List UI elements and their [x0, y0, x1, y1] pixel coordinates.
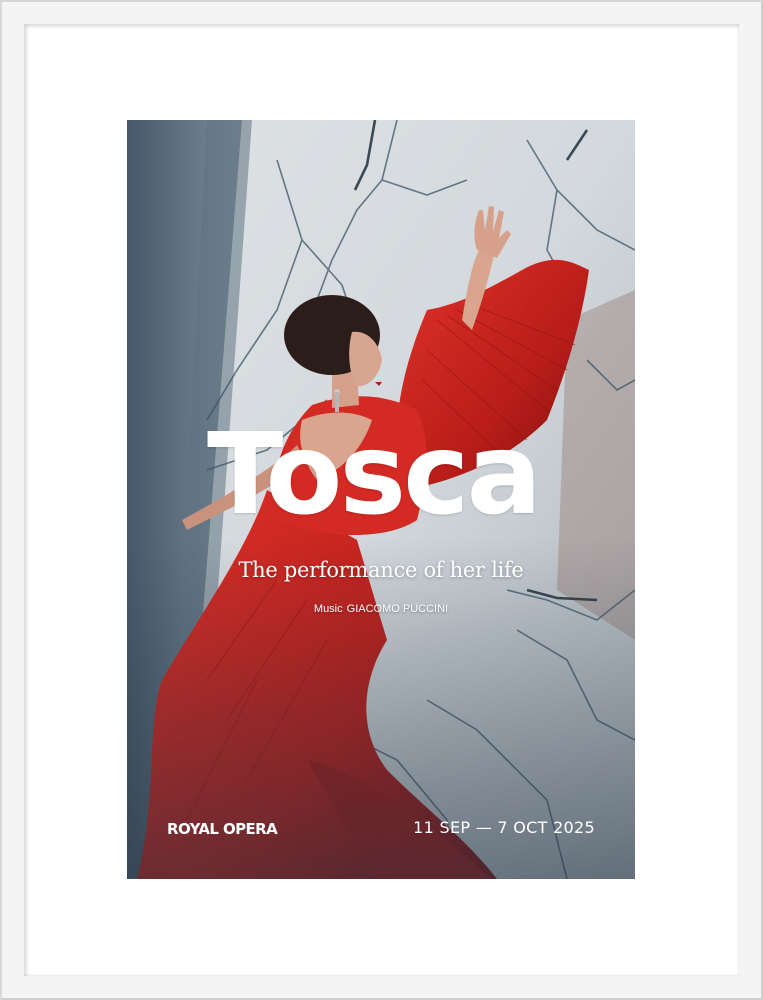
performance-dates: 11 SEP — 7 OCT 2025 — [413, 818, 595, 837]
composer-credit: Music GIACOMO PUCCINI — [127, 603, 635, 615]
company-logo: ROYAL OPERA — [167, 820, 278, 838]
credit-label: Music — [313, 603, 343, 615]
poster-title: Tosca — [207, 410, 542, 540]
composer-name: GIACOMO PUCCINI — [346, 603, 449, 615]
poster-tagline: The performance of her life — [238, 558, 524, 582]
poster: Tosca The performance of her life Music G… — [127, 120, 635, 879]
